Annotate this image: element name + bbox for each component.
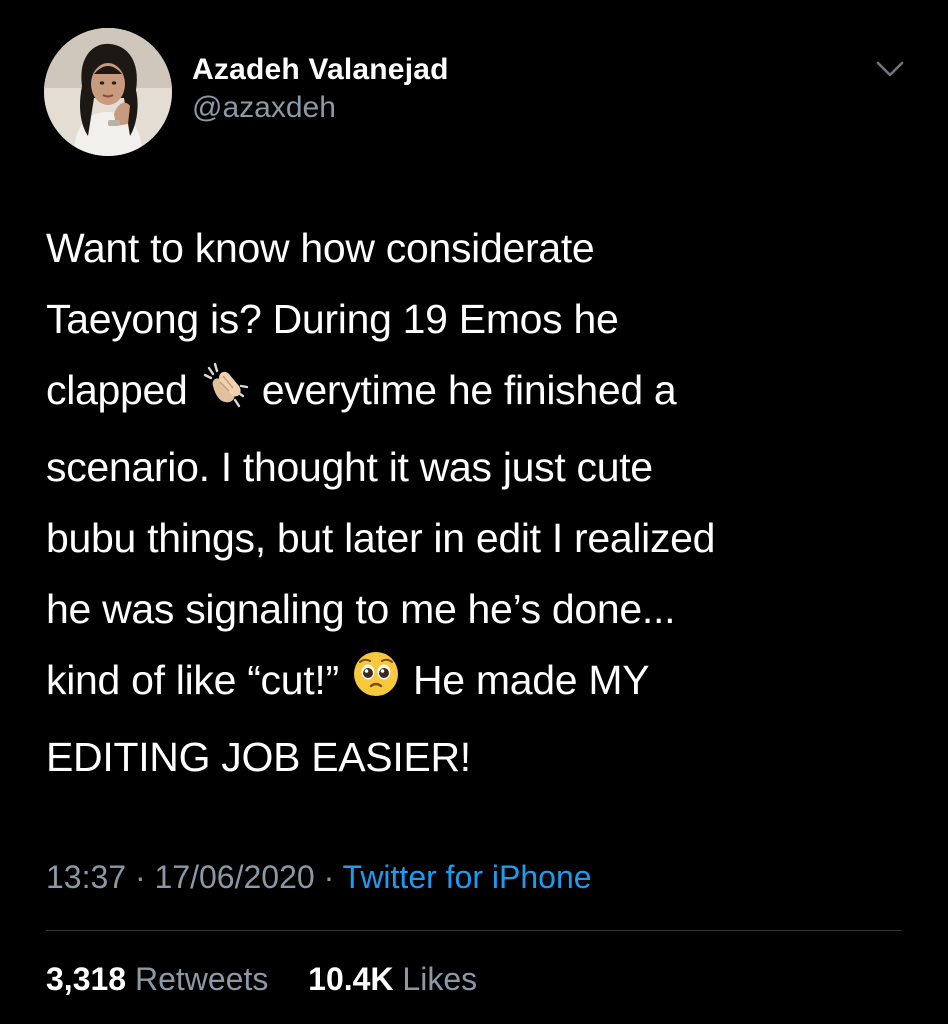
retweets-count: 3,318 (46, 961, 127, 997)
tweet-text: Want to know how considerate Taeyong is?… (46, 213, 916, 793)
tweet-line: bubu things, but later in edit I realize… (46, 515, 716, 561)
tweet-line: clapped everytime he finished a (46, 355, 916, 432)
retweets-label: Retweets (134, 961, 269, 997)
tweet-line: he was signaling to me he’s done... (46, 586, 676, 632)
tweet-text-segment: clapped (46, 367, 188, 413)
likes-stat[interactable]: 10.4K Likes (308, 961, 477, 997)
likes-label: Likes (402, 961, 478, 997)
tweet-stats: 3,318 Retweets 10.4K Likes (46, 958, 477, 1000)
tweet-line: scenario. I thought it was just cute (46, 444, 653, 490)
retweets-stat[interactable]: 3,318 Retweets (46, 961, 277, 997)
chevron-down-icon[interactable] (872, 56, 908, 82)
tweet-line: EDITING JOB EASIER! (46, 734, 471, 780)
likes-count: 10.4K (308, 961, 394, 997)
tweet-text-segment: kind of like “cut!” (46, 657, 339, 703)
meta-separator: · (134, 859, 146, 895)
tweet-line: Want to know how considerate (46, 225, 595, 271)
avatar-image (44, 28, 172, 156)
tweet-text-segment: He made MY (412, 657, 650, 703)
divider (46, 930, 902, 931)
pleading-face-icon (350, 648, 402, 722)
tweet-line: kind of like “cut!” He made MY (46, 645, 916, 722)
tweet-source-link[interactable]: Twitter for iPhone (343, 859, 592, 895)
author-display-name[interactable]: Azadeh Valanejad (192, 52, 449, 88)
tweet-card: Azadeh Valanejad @azaxdeh Want to know h… (0, 0, 948, 1024)
avatar[interactable] (44, 28, 172, 156)
tweet-text-segment: everytime he finished a (261, 367, 677, 413)
author-block: Azadeh Valanejad @azaxdeh (192, 52, 449, 126)
meta-separator: · (323, 859, 335, 895)
tweet-line: Taeyong is? During 19 Emos he (46, 296, 619, 342)
tweet-meta: 13:37 · 17/06/2020 · Twitter for iPhone (46, 856, 592, 898)
tweet-time[interactable]: 13:37 (46, 859, 126, 895)
tweet-date[interactable]: 17/06/2020 (155, 859, 315, 895)
clapping-hands-icon (199, 358, 251, 432)
author-handle[interactable]: @azaxdeh (192, 90, 449, 126)
